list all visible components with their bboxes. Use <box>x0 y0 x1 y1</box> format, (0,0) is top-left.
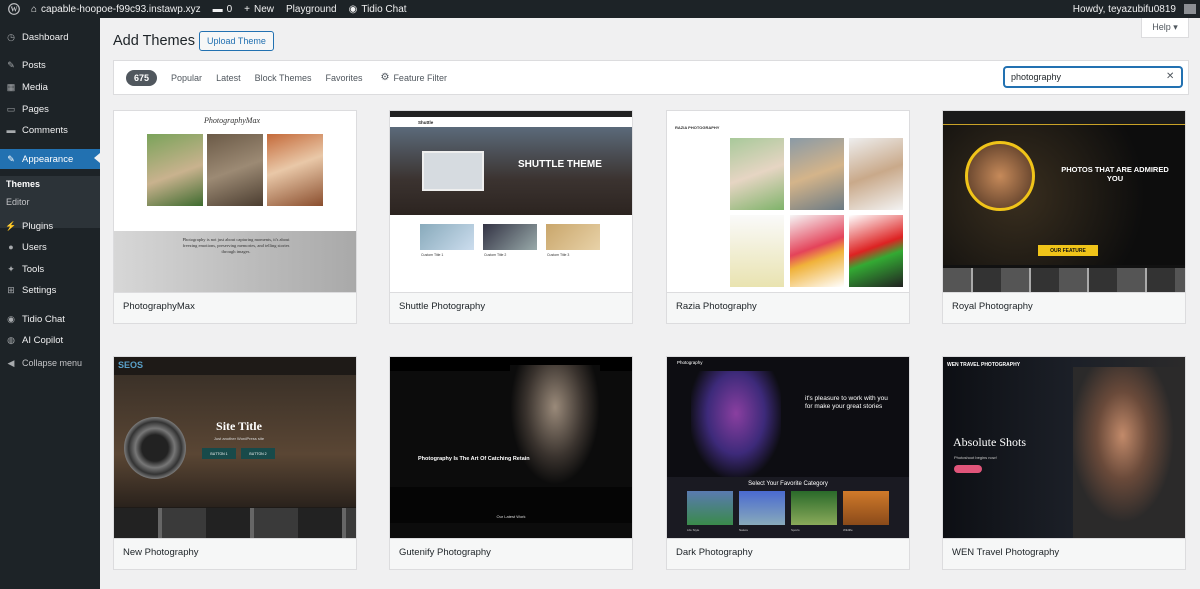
tab-favorites[interactable]: Favorites <box>325 73 362 83</box>
menu-media[interactable]: ▦ Media <box>0 78 100 96</box>
theme-filter-bar: 675 Popular Latest Block Themes Favorite… <box>113 60 1189 95</box>
upload-theme-button[interactable]: Upload Theme <box>199 31 274 51</box>
theme-card-photographymax[interactable]: PhotographyMax Photography is not just a… <box>113 110 357 324</box>
admin-bar: W ⌂ capable-hoopoe-f99c93.instawp.xyz ▬ 0 … <box>0 0 1200 18</box>
my-account-link[interactable]: Howdy, teyazubifu0819 <box>1067 0 1200 18</box>
submenu-editor[interactable]: Editor <box>6 197 30 207</box>
gear-icon: ⚙ <box>380 72 390 83</box>
theme-card-razia-photography[interactable]: RAZIA PHOTOGRAPHY Razia Photography <box>666 110 910 324</box>
media-icon: ▦ <box>6 81 16 92</box>
new-content-link[interactable]: + New <box>238 0 280 18</box>
dashboard-icon: ◷ <box>7 31 15 42</box>
theme-screenshot[interactable]: PHOTOS THAT ARE ADMIRED YOU OUR FEATURE <box>943 111 1185 292</box>
tidio-chat-link[interactable]: ◉ Tidio Chat <box>343 0 413 18</box>
theme-card-new-photography[interactable]: SEOS Site Title Just another WordPress s… <box>113 356 357 570</box>
theme-name: New Photography <box>123 547 199 558</box>
theme-screenshot[interactable]: Shuttle SHUTTLE THEME Custom Title 1 Cus… <box>390 111 632 292</box>
theme-search-input[interactable] <box>1004 67 1182 87</box>
theme-card-dark-photography[interactable]: Photography it's pleasure to work with y… <box>666 356 910 570</box>
clear-search-icon[interactable]: ✕ <box>1166 71 1174 82</box>
theme-count-badge: 675 <box>126 69 158 86</box>
site-name-link[interactable]: ⌂ capable-hoopoe-f99c93.instawp.xyz <box>25 0 207 18</box>
theme-screenshot[interactable]: Photography it's pleasure to work with y… <box>667 357 909 538</box>
menu-comments[interactable]: ▬ Comments <box>0 121 100 139</box>
wrench-icon: ✦ <box>7 263 15 274</box>
comments-icon: ▬ <box>6 125 16 135</box>
page-icon: ▭ <box>6 103 16 114</box>
theme-screenshot[interactable]: RAZIA PHOTOGRAPHY <box>667 111 909 292</box>
menu-appearance[interactable]: ✎ Appearance <box>0 149 100 169</box>
feature-filter-button[interactable]: ⚙ Feature Filter <box>380 72 447 83</box>
menu-dashboard[interactable]: ◷ Dashboard <box>0 28 100 46</box>
theme-name: Razia Photography <box>676 301 757 312</box>
tidio-icon: ◉ <box>7 313 15 324</box>
theme-card-wen-travel-photography[interactable]: WEN TRAVEL PHOTOGRAPHY Absolute Shots Ph… <box>942 356 1186 570</box>
theme-name: Gutenify Photography <box>399 547 491 558</box>
tab-block-themes[interactable]: Block Themes <box>255 73 312 83</box>
avatar <box>1184 4 1196 14</box>
theme-screenshot[interactable]: WEN TRAVEL PHOTOGRAPHY Absolute Shots Ph… <box>943 357 1185 538</box>
submenu-themes[interactable]: Themes <box>6 179 40 189</box>
copilot-icon: ◍ <box>7 334 15 345</box>
help-tab-button[interactable]: Help ▾ <box>1141 18 1189 38</box>
theme-name: Shuttle Photography <box>399 301 486 312</box>
collapse-menu-button[interactable]: ◀ Collapse menu <box>0 354 100 372</box>
settings-icon: ⊞ <box>7 284 15 295</box>
menu-settings[interactable]: ⊞ Settings <box>0 281 100 299</box>
admin-sidebar: ◷ Dashboard ✎ Posts ▦ Media ▭ Pages ▬ Comment… <box>0 18 100 589</box>
theme-card-gutenify-photography[interactable]: Photography Is The Art Of Catching Retai… <box>389 356 633 570</box>
playground-link[interactable]: Playground <box>280 0 343 18</box>
chat-icon: ◉ <box>348 3 358 15</box>
menu-users[interactable]: ● Users <box>0 238 100 256</box>
wordpress-logo-icon[interactable]: W <box>3 0 25 18</box>
menu-pages[interactable]: ▭ Pages <box>0 100 100 118</box>
comments-link[interactable]: ▬ 0 <box>207 0 239 18</box>
home-icon: ⌂ <box>31 3 38 15</box>
theme-name: Royal Photography <box>952 301 1033 312</box>
menu-tools[interactable]: ✦ Tools <box>0 260 100 278</box>
tab-popular[interactable]: Popular <box>171 73 202 83</box>
user-icon: ● <box>8 242 14 252</box>
collapse-arrow-icon: ◀ <box>7 357 15 368</box>
theme-screenshot[interactable]: SEOS Site Title Just another WordPress s… <box>114 357 356 538</box>
menu-posts[interactable]: ✎ Posts <box>0 56 100 74</box>
theme-screenshot[interactable]: Photography Is The Art Of Catching Retai… <box>390 357 632 538</box>
menu-ai-copilot[interactable]: ◍ AI Copilot <box>0 331 100 349</box>
theme-name: WEN Travel Photography <box>952 547 1060 558</box>
theme-name: PhotographyMax <box>123 301 195 312</box>
theme-card-royal-photography[interactable]: PHOTOS THAT ARE ADMIRED YOU OUR FEATURE … <box>942 110 1186 324</box>
tab-latest[interactable]: Latest <box>216 73 241 83</box>
theme-card-shuttle-photography[interactable]: Shuttle SHUTTLE THEME Custom Title 1 Cus… <box>389 110 633 324</box>
menu-tidio-chat[interactable]: ◉ Tidio Chat <box>0 310 100 328</box>
page-title: Add Themes <box>113 33 195 49</box>
menu-plugins[interactable]: ⚡ Plugins <box>0 217 100 235</box>
svg-text:W: W <box>11 6 18 14</box>
brush-icon: ✎ <box>7 153 15 164</box>
plug-icon: ⚡ <box>5 220 17 231</box>
pin-icon: ✎ <box>7 59 15 70</box>
plus-icon: + <box>244 3 250 15</box>
theme-screenshot[interactable]: PhotographyMax Photography is not just a… <box>114 111 356 292</box>
theme-name: Dark Photography <box>676 547 753 558</box>
main-content: Help ▾ Add Themes Upload Theme 675 Popul… <box>100 18 1200 589</box>
comment-bubble-icon: ▬ <box>212 3 223 15</box>
